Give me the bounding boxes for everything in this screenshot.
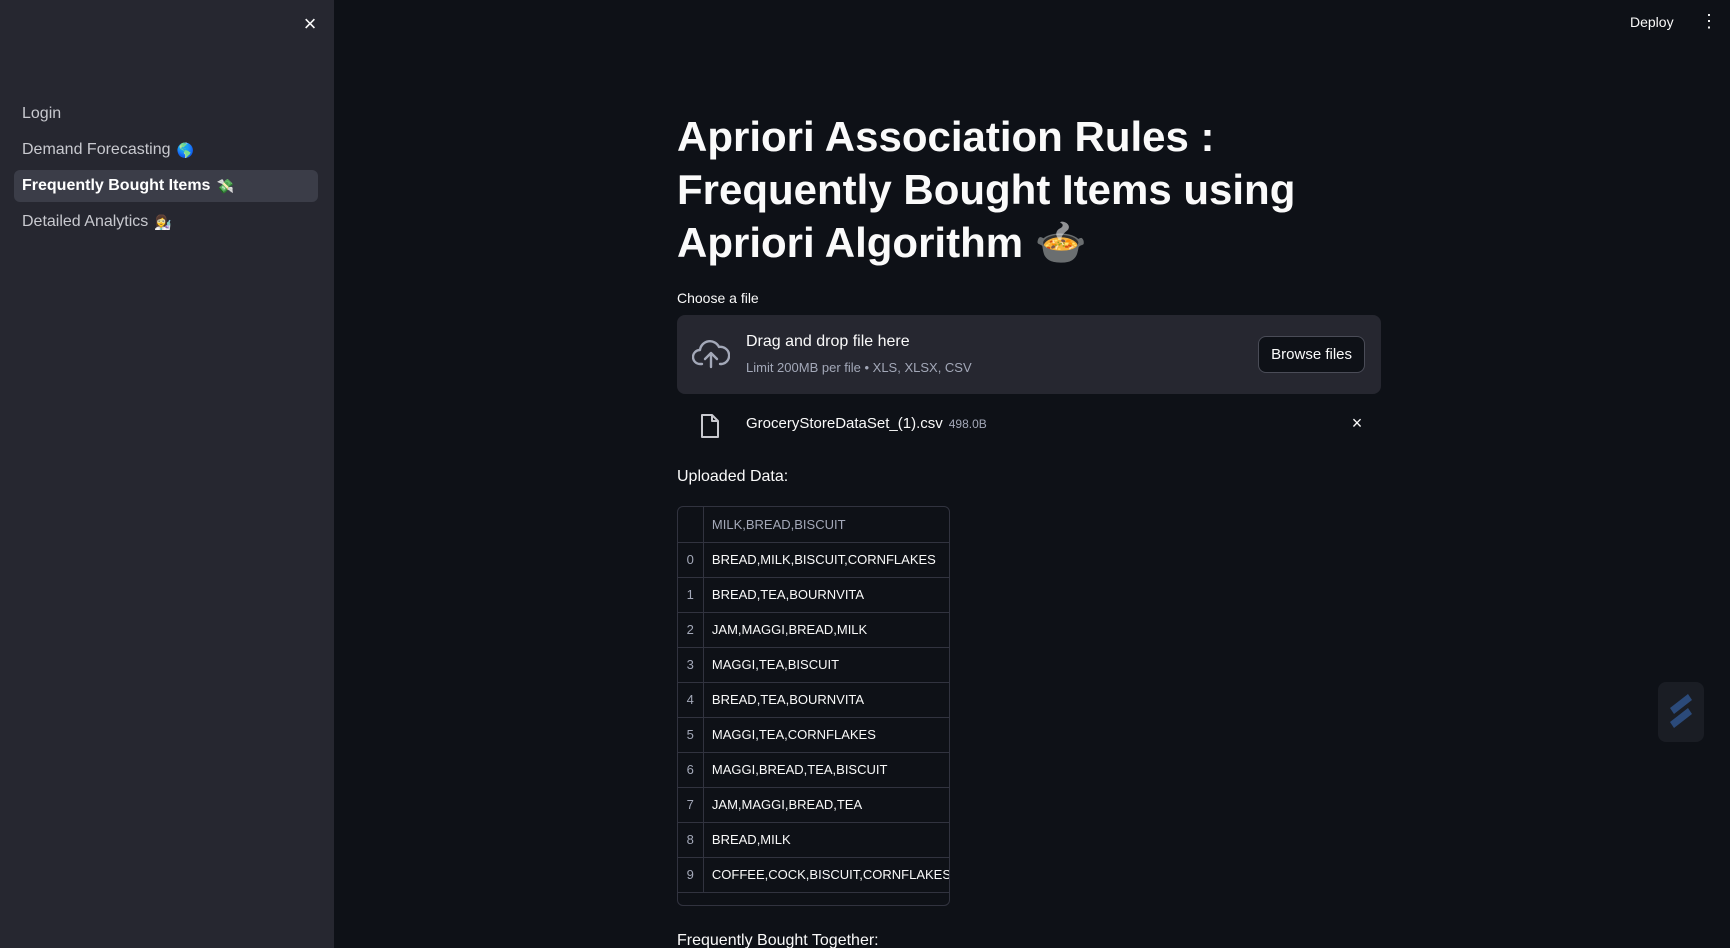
sidebar-item-detailed-analytics[interactable]: Detailed Analytics 👩‍🔬 xyxy=(14,206,318,238)
page-title-text: Apriori Association Rules : Frequently B… xyxy=(677,113,1296,266)
table-row: 3 MAGGI,TEA,BISCUIT xyxy=(678,647,949,683)
table-row: 9 COFFEE,COCK,BISCUIT,CORNFLAKES xyxy=(678,857,949,893)
row-index: 5 xyxy=(678,717,704,753)
row-index: 9 xyxy=(678,857,704,893)
sidebar-item-label: Frequently Bought Items xyxy=(22,177,211,194)
row-index: 6 xyxy=(678,752,704,788)
close-sidebar-icon[interactable]: × xyxy=(298,12,322,36)
table-cell[interactable]: COFFEE,COCK,BISCUIT,CORNFLAKES xyxy=(703,857,949,893)
table-header-row: MILK,BREAD,BISCUIT xyxy=(678,507,949,543)
table-row: 5 MAGGI,TEA,CORNFLAKES xyxy=(678,717,949,753)
column-header[interactable]: MILK,BREAD,BISCUIT xyxy=(703,507,949,543)
dropzone-title: Drag and drop file here xyxy=(746,333,910,350)
file-name: GroceryStoreDataSet_(1).csv 498.0B xyxy=(746,415,987,432)
browse-files-button[interactable]: Browse files xyxy=(1258,336,1365,373)
table-row: 1 BREAD,TEA,BOURNVITA xyxy=(678,577,949,613)
file-dropzone[interactable]: Drag and drop file here Limit 200MB per … xyxy=(677,315,1381,394)
streamlit-logo-shape xyxy=(1670,694,1692,728)
row-index: 0 xyxy=(678,542,704,578)
table-cell[interactable]: BREAD,MILK xyxy=(703,822,949,858)
uploaded-file-row: GroceryStoreDataSet_(1).csv 498.0B × xyxy=(677,405,1381,445)
row-index: 2 xyxy=(678,612,704,648)
sidebar: × Login Demand Forecasting 🌎 Frequently … xyxy=(0,0,334,948)
row-index: 8 xyxy=(678,822,704,858)
deploy-button[interactable]: Deploy xyxy=(1630,10,1674,34)
file-name-text: GroceryStoreDataSet_(1).csv xyxy=(746,415,943,432)
table-row: 2 JAM,MAGGI,BREAD,MILK xyxy=(678,612,949,648)
money-icon: 💸 xyxy=(216,177,234,194)
table-cell[interactable]: MAGGI,TEA,CORNFLAKES xyxy=(703,717,949,753)
table-cell[interactable]: MAGGI,TEA,BISCUIT xyxy=(703,647,949,683)
table-row: 4 BREAD,TEA,BOURNVITA xyxy=(678,682,949,718)
table-row: 7 JAM,MAGGI,BREAD,TEA xyxy=(678,787,949,823)
table-cell[interactable]: BREAD,TEA,BOURNVITA xyxy=(703,577,949,613)
table-cell[interactable]: JAM,MAGGI,BREAD,MILK xyxy=(703,612,949,648)
sidebar-item-frequently-bought-items[interactable]: Frequently Bought Items 💸 xyxy=(14,170,318,202)
page-title: Apriori Association Rules : Frequently B… xyxy=(677,110,1381,269)
table-cell[interactable]: JAM,MAGGI,BREAD,TEA xyxy=(703,787,949,823)
row-index: 4 xyxy=(678,682,704,718)
uploader-label: Choose a file xyxy=(677,290,759,306)
frequently-bought-together-label: Frequently Bought Together: xyxy=(677,932,879,948)
streamlit-logo-icon[interactable] xyxy=(1658,682,1704,742)
table-cell[interactable]: BREAD,TEA,BOURNVITA xyxy=(703,682,949,718)
remove-file-icon[interactable]: × xyxy=(1347,413,1367,433)
sidebar-item-demand-forecasting[interactable]: Demand Forecasting 🌎 xyxy=(14,134,318,166)
cloud-upload-icon xyxy=(692,340,730,369)
sidebar-item-login[interactable]: Login xyxy=(14,98,318,130)
sidebar-item-label: Demand Forecasting xyxy=(22,141,171,158)
sidebar-item-label: Login xyxy=(22,105,62,122)
index-header xyxy=(678,507,704,543)
stew-pot-icon: 🍲 xyxy=(1034,219,1088,266)
row-index: 3 xyxy=(678,647,704,683)
file-icon xyxy=(701,414,719,438)
globe-icon: 🌎 xyxy=(176,141,194,158)
table-row: 6 MAGGI,BREAD,TEA,BISCUIT xyxy=(678,752,949,788)
scientist-icon: 👩‍🔬 xyxy=(154,213,172,230)
uploaded-data-label: Uploaded Data: xyxy=(677,468,789,485)
row-index: 7 xyxy=(678,787,704,823)
file-size: 498.0B xyxy=(948,417,987,431)
sidebar-nav: Login Demand Forecasting 🌎 Frequently Bo… xyxy=(14,98,318,242)
table-row: 0 BREAD,MILK,BISCUIT,CORNFLAKES xyxy=(678,542,949,578)
table-cell[interactable]: MAGGI,BREAD,TEA,BISCUIT xyxy=(703,752,949,788)
sidebar-item-label: Detailed Analytics xyxy=(22,213,149,230)
more-menu-icon[interactable]: ⋮ xyxy=(1700,10,1718,34)
data-table[interactable]: MILK,BREAD,BISCUIT 0 BREAD,MILK,BISCUIT,C… xyxy=(677,506,950,906)
table-row: 8 BREAD,MILK xyxy=(678,822,949,858)
dropzone-limit-text: Limit 200MB per file • XLS, XLSX, CSV xyxy=(746,360,972,375)
table-cell[interactable]: BREAD,MILK,BISCUIT,CORNFLAKES xyxy=(703,542,949,578)
row-index: 1 xyxy=(678,577,704,613)
